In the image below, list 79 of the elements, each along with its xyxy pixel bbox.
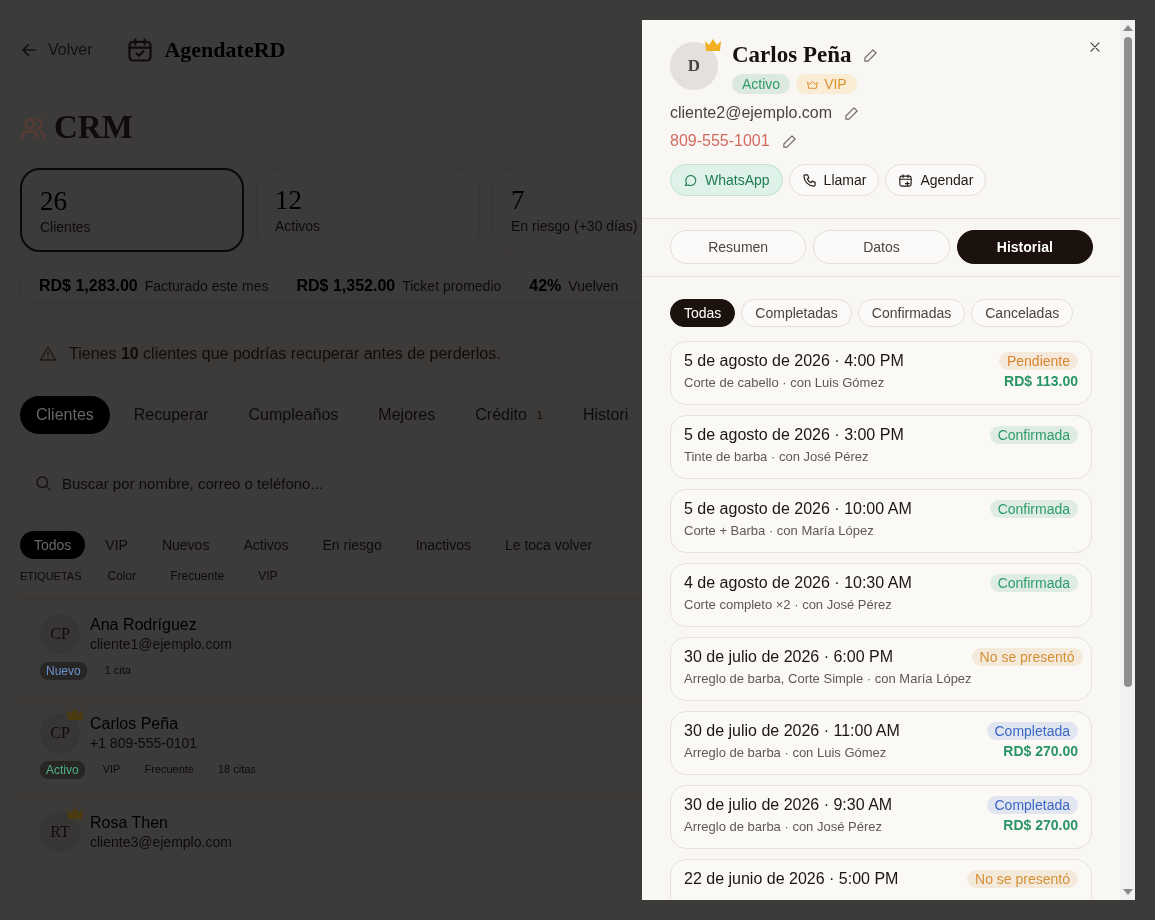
status-badge: Activo bbox=[732, 74, 791, 94]
status-badge: Confirmada bbox=[989, 426, 1078, 444]
appointment-detail: Corte completo ×2 · con José Pérez bbox=[684, 597, 893, 612]
appointment-card[interactable]: 4 de agosto de 2026 · 10:30 AM Corte completo ×2 · con José Pérez Confirmada bbox=[670, 563, 1092, 627]
appointment-detail: Arreglo de barba, Corte Simple · con María López bbox=[684, 671, 972, 686]
schedule-button[interactable]: Agendar bbox=[885, 164, 987, 196]
appointment-datetime: 4 de agosto de 2026 · 10:30 AM bbox=[684, 574, 912, 592]
appointment-card[interactable]: 30 de julio de 2026 · 6:00 PM Arreglo de barba, Corte Simple · con María López No se presentó bbox=[670, 637, 1092, 701]
phone-text: 809-555-1001 bbox=[670, 132, 770, 150]
status-badge: Completada bbox=[986, 796, 1078, 814]
appointment-detail: Corte + Barba · con María López bbox=[684, 523, 875, 538]
status-badge: Nuevo bbox=[40, 662, 87, 680]
appointment-datetime: 30 de julio de 2026 · 6:00 PM bbox=[684, 648, 895, 666]
vip-badge: VIP bbox=[796, 74, 857, 94]
appointment-amount: RD$ 270.00 bbox=[1003, 743, 1078, 759]
client-name: Carlos Peña bbox=[732, 42, 852, 68]
appointment-amount: RD$ 270.00 bbox=[1003, 817, 1078, 833]
metric-value: 42% bbox=[529, 277, 562, 295]
status-badge: Activo bbox=[40, 761, 85, 779]
stat-value: 26 bbox=[40, 186, 68, 217]
tab[interactable]: Datos bbox=[813, 230, 950, 264]
appointment-detail: Arreglo de barba · con José Pérez bbox=[684, 819, 883, 834]
appointment-card[interactable]: 5 de agosto de 2026 · 4:00 PM Corte de cabello · con Luis Gómez Pendiente RD$ 113.00 bbox=[670, 341, 1092, 405]
tab[interactable]: Historial bbox=[956, 230, 1093, 264]
warning-icon bbox=[39, 345, 57, 363]
appointment-card[interactable]: 5 de agosto de 2026 · 10:00 AM Corte + Barba · con María López Confirmada bbox=[670, 489, 1092, 553]
appointment-card[interactable]: 30 de julio de 2026 · 9:30 AM Arreglo de barba · con José Pérez Completada RD$ 270.00 bbox=[670, 785, 1092, 849]
status-badge: No se presentó bbox=[967, 870, 1078, 888]
status-badge: Confirmada bbox=[989, 574, 1078, 592]
calendar-check-icon bbox=[126, 36, 155, 64]
close-icon bbox=[1088, 40, 1102, 54]
appointment-datetime: 30 de julio de 2026 · 11:00 AM bbox=[684, 722, 900, 740]
tab[interactable]: Resumen bbox=[670, 230, 807, 264]
search-icon bbox=[34, 474, 52, 492]
pencil-icon bbox=[863, 47, 879, 63]
status-badge: Completada bbox=[986, 722, 1078, 740]
status-badge: Pendiente bbox=[998, 352, 1078, 370]
status-badge: Confirmada bbox=[989, 500, 1078, 518]
email-text: cliente2@ejemplo.com bbox=[670, 104, 833, 122]
back-arrow-icon bbox=[22, 44, 36, 56]
appointment-datetime: 5 de agosto de 2026 · 10:00 AM bbox=[684, 500, 912, 518]
appointment-datetime: 22 de junio de 2026 · 5:00 PM bbox=[684, 870, 899, 888]
appointment-card[interactable]: 30 de julio de 2026 · 11:00 AM Arreglo de barba · con Luis Gómez Completada RD$ 270.00 bbox=[670, 711, 1092, 775]
client-name: Rosa Then bbox=[90, 814, 169, 832]
filter-chip[interactable]: Todos bbox=[20, 531, 86, 559]
metric-value: RD$ 1,352.00 bbox=[296, 277, 396, 295]
phone-icon bbox=[801, 172, 817, 188]
scrollbar[interactable] bbox=[1120, 20, 1135, 900]
filter-chip[interactable]: Completadas bbox=[741, 299, 852, 327]
scrollbar-thumb[interactable] bbox=[1123, 37, 1132, 687]
scroll-down-arrow[interactable] bbox=[1122, 889, 1133, 895]
client-name: Carlos Peña bbox=[90, 715, 180, 733]
appointment-datetime: 30 de julio de 2026 · 9:30 AM bbox=[684, 796, 893, 814]
appointment-datetime: 5 de agosto de 2026 · 3:00 PM bbox=[684, 426, 904, 444]
metric-value: RD$ 1,283.00 bbox=[39, 277, 138, 295]
appointment-card[interactable]: 5 de agosto de 2026 · 3:00 PM Tinte de barba · con José Pérez Confirmada bbox=[670, 415, 1092, 479]
avatar: D bbox=[670, 42, 718, 90]
scroll-up-arrow[interactable] bbox=[1122, 25, 1133, 31]
whatsapp-button[interactable]: WhatsApp bbox=[670, 164, 783, 196]
calendar-plus-icon bbox=[898, 172, 914, 188]
appointment-amount: RD$ 113.00 bbox=[1004, 373, 1078, 389]
tab[interactable]: Clientes bbox=[20, 396, 110, 434]
call-button[interactable]: Llamar bbox=[788, 164, 880, 196]
filter-chip[interactable]: Confirmadas bbox=[857, 299, 966, 327]
appointment-datetime: 5 de agosto de 2026 · 4:00 PM bbox=[684, 352, 904, 370]
appointment-detail: Tinte de barba · con José Pérez bbox=[684, 449, 870, 464]
appointment-detail: Arreglo de barba · con Luis Gómez bbox=[684, 745, 888, 760]
stat-value: 7 bbox=[511, 185, 526, 216]
filter-chip[interactable]: Todas bbox=[670, 299, 736, 327]
appointment-detail: Corte de cabello · con Luis Gómez bbox=[684, 375, 886, 390]
stat-value: 12 bbox=[275, 185, 303, 216]
appointment-card[interactable]: 22 de junio de 2026 · 5:00 PM No se presentó bbox=[670, 859, 1092, 900]
brand-name: AgendateRD bbox=[164, 37, 286, 63]
chat-icon bbox=[683, 172, 698, 188]
filter-chip[interactable]: Canceladas bbox=[971, 299, 1074, 327]
status-badge: No se presentó bbox=[971, 648, 1083, 666]
client-name: Ana Rodríguez bbox=[90, 616, 198, 634]
pencil-icon bbox=[844, 105, 860, 121]
pencil-icon bbox=[781, 133, 797, 149]
